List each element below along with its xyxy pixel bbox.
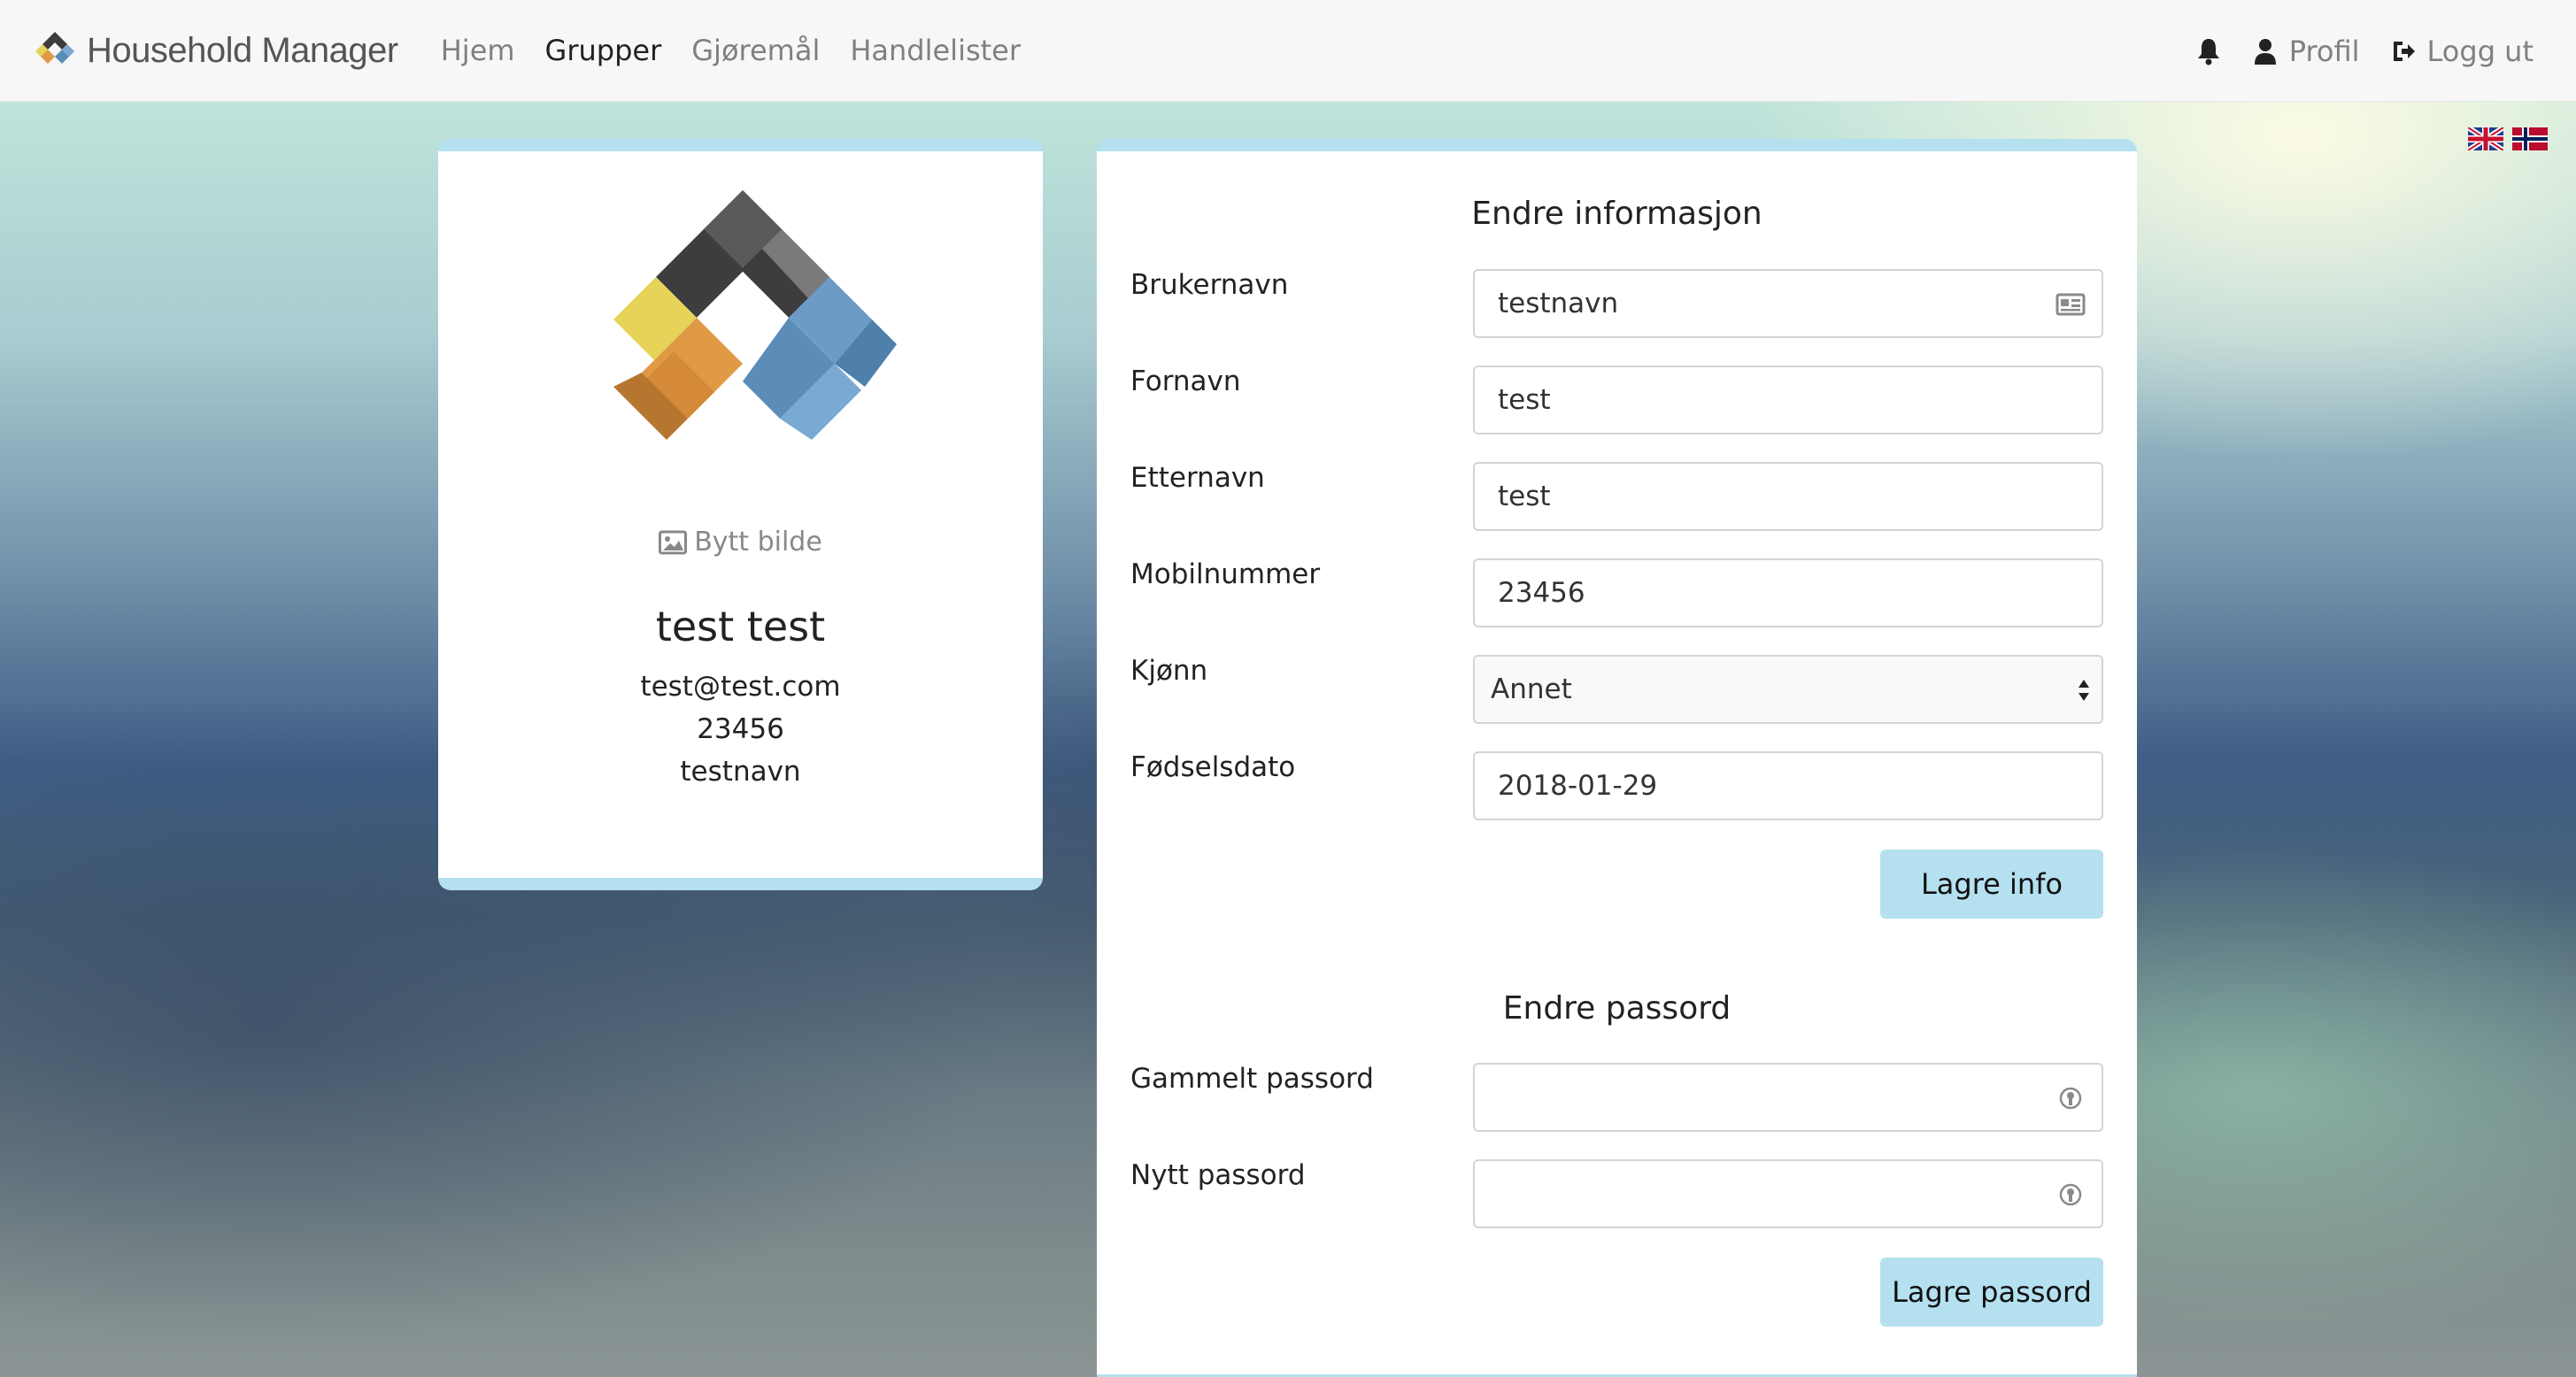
- image-icon: [659, 530, 688, 555]
- logout-icon: [2393, 41, 2415, 61]
- nav-link-hjem[interactable]: Hjem: [441, 34, 515, 67]
- save-password-button[interactable]: Lagre passord: [1880, 1258, 2103, 1327]
- nav-link-gjoremal[interactable]: Gjøremål: [691, 34, 820, 67]
- firstname-label: Fornavn: [1130, 365, 1241, 397]
- old-password-input[interactable]: [1473, 1063, 2103, 1132]
- nav-links: Hjem Grupper Gjøremål Handlelister: [441, 34, 1051, 67]
- gender-value: Annet: [1491, 673, 1572, 705]
- nav-link-handlelister[interactable]: Handlelister: [850, 34, 1021, 67]
- edit-profile-card: Endre informasjon Brukernavn testnavn Fo…: [1097, 139, 2137, 1377]
- gender-select[interactable]: Annet: [1473, 655, 2103, 724]
- bell-icon[interactable]: [2195, 36, 2222, 66]
- profile-card: Bytt bilde test test test@test.com 23456…: [438, 139, 1043, 890]
- username-value: testnavn: [1498, 288, 1619, 319]
- username-input[interactable]: testnavn: [1473, 269, 2103, 338]
- birthdate-input[interactable]: 2018-01-29: [1473, 751, 2103, 820]
- new-password-label: Nytt passord: [1130, 1159, 1306, 1191]
- user-icon: [2254, 38, 2276, 65]
- language-switcher: [2459, 127, 2548, 150]
- avatar: [613, 190, 897, 440]
- norway-flag-icon[interactable]: [2512, 127, 2548, 150]
- logout-label: Logg ut: [2426, 34, 2534, 68]
- mobile-input[interactable]: 23456: [1473, 558, 2103, 627]
- mobile-label: Mobilnummer: [1130, 558, 1321, 590]
- username-label: Brukernavn: [1130, 269, 1289, 301]
- id-card-icon: [2055, 293, 2086, 316]
- nav-link-grupper[interactable]: Grupper: [545, 34, 662, 67]
- brand[interactable]: Household Manager: [27, 28, 398, 73]
- profile-full-name: test test: [655, 603, 826, 650]
- key-icon: [2059, 1087, 2082, 1110]
- household-logo-icon: [35, 32, 74, 64]
- navbar: Household Manager Hjem Grupper Gjøremål …: [0, 0, 2576, 102]
- old-password-label: Gammelt passord: [1130, 1063, 1374, 1095]
- key-icon: [2059, 1183, 2082, 1206]
- change-picture-label: Bytt bilde: [694, 527, 822, 558]
- logout-link[interactable]: Logg ut: [2390, 35, 2534, 68]
- profile-label: Profil: [2288, 34, 2360, 68]
- lastname-label: Etternavn: [1130, 462, 1265, 494]
- select-arrows-icon: [2079, 680, 2089, 701]
- change-picture-button[interactable]: Bytt bilde: [438, 527, 1043, 558]
- lastname-input[interactable]: test: [1473, 462, 2103, 531]
- new-password-input[interactable]: [1473, 1159, 2103, 1228]
- uk-flag-icon[interactable]: [2468, 127, 2503, 150]
- birthdate-label: Fødselsdato: [1130, 751, 1296, 783]
- gender-label: Kjønn: [1130, 655, 1208, 687]
- password-section-title: Endre passord: [1502, 990, 1731, 1027]
- save-info-button[interactable]: Lagre info: [1880, 850, 2103, 919]
- firstname-input[interactable]: test: [1473, 365, 2103, 435]
- profile-link[interactable]: Profil: [2252, 35, 2360, 68]
- profile-username: testnavn: [680, 756, 801, 788]
- brand-name: Household Manager: [87, 30, 398, 70]
- profile-email: test@test.com: [640, 671, 841, 703]
- info-section-title: Endre informasjon: [1471, 196, 1762, 232]
- profile-phone: 23456: [697, 713, 784, 745]
- nav-right: Profil Logg ut: [2195, 0, 2534, 102]
